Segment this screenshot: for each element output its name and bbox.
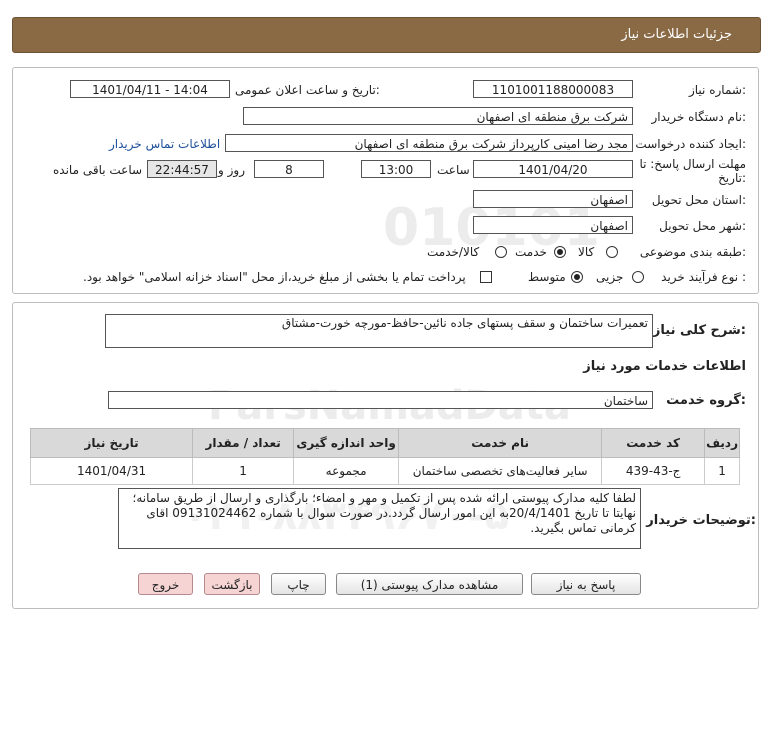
cell-date: 1401/04/31 [29, 457, 194, 485]
remaining-time-field: 22:44:57 [147, 160, 217, 178]
days-label: روز و [218, 163, 245, 177]
page-title: جزئیات اطلاعات نیاز [621, 27, 732, 42]
services-table: ردیف کد خدمت نام خدمت واحد اندازه گیری ت… [29, 428, 740, 485]
radio-goods-service[interactable] [495, 246, 507, 258]
purchase-type-label: نوع فرآیند خرید : [661, 270, 746, 284]
summary-label: شرح کلی نیاز: [652, 323, 746, 338]
attachments-button[interactable]: مشاهده مدارک پیوستی (1) [336, 573, 523, 595]
radio-medium[interactable] [571, 271, 583, 283]
services-section-title: اطلاعات خدمات مورد نیاز [583, 359, 746, 374]
remaining-time-label: ساعت باقی مانده [53, 163, 143, 177]
service-group-field: ساختمان [108, 391, 653, 409]
buyer-label: نام دستگاه خریدار: [651, 110, 747, 124]
treasury-checkbox[interactable] [480, 271, 492, 283]
radio-service[interactable] [554, 246, 566, 258]
info-panel: 010101 شماره نیاز: 1101001188000083 تاری… [12, 67, 759, 294]
reply-button[interactable]: پاسخ به نیاز [531, 573, 641, 595]
radio-goods[interactable] [606, 246, 618, 258]
table-header-row: ردیف کد خدمت نام خدمت واحد اندازه گیری ت… [29, 428, 740, 458]
radio-minor[interactable] [632, 271, 644, 283]
city-field: اصفهان [473, 216, 633, 234]
announce-field: 1401/04/11 - 14:04 [70, 80, 230, 98]
col-code: کد خدمت [601, 428, 706, 458]
province-field: اصفهان [473, 190, 633, 208]
need-number-field: 1101001188000083 [473, 80, 633, 98]
category-label: طبقه بندی موضوعی: [639, 245, 746, 259]
deadline-date-field: 1401/04/20 [473, 160, 633, 178]
deadline-time-field: 13:00 [361, 160, 431, 178]
buyer-notes-label: توضیحات خریدار: [646, 513, 756, 528]
radio-medium-label: متوسط [528, 270, 566, 284]
page-header: جزئیات اطلاعات نیاز [12, 17, 761, 53]
radio-service-label: خدمت [515, 245, 547, 259]
cell-code: ج-43-439 [601, 457, 706, 485]
creator-label: ایجاد کننده درخواست: [635, 137, 746, 151]
buyer-notes-field: لطفا کلیه مدارک پیوستی ارائه شده پس از ت… [118, 488, 641, 549]
deadline-label: مهلت ارسال پاسخ: تا تاریخ: [639, 157, 746, 185]
days-field: 8 [254, 160, 324, 178]
city-label: شهر محل تحویل: [659, 219, 746, 233]
cell-qty: 1 [192, 457, 295, 485]
service-group-label: گروه خدمت: [666, 393, 746, 408]
need-number-label: شماره نیاز: [688, 83, 746, 97]
radio-goods-service-label: کالا/خدمت [427, 245, 480, 259]
cell-name: سایر فعالیت‌های تخصصی ساختمان [398, 457, 603, 485]
col-row: ردیف [704, 428, 740, 458]
cell-unit: مجموعه [293, 457, 400, 485]
treasury-note: پرداخت تمام یا بخشی از مبلغ خرید،از محل … [83, 270, 466, 284]
col-qty: تعداد / مقدار [192, 428, 295, 458]
col-unit: واحد اندازه گیری [293, 428, 400, 458]
announce-label: تاریخ و ساعت اعلان عمومی: [235, 83, 380, 97]
deadline-time-label: ساعت [437, 163, 470, 177]
col-date: تاریخ نیاز [29, 428, 194, 458]
contact-info-link[interactable]: اطلاعات تماس خریدار [109, 137, 220, 151]
radio-minor-label: جزیی [596, 270, 624, 284]
back-button[interactable]: بازگشت [204, 573, 260, 595]
summary-field: تعمیرات ساختمان و سقف پستهای جاده نائین-… [105, 314, 653, 348]
cell-row: 1 [704, 457, 740, 485]
creator-field: مجد رضا امینی کارپرداز شرکت برق منطقه ای… [225, 134, 633, 152]
exit-button[interactable]: خروج [138, 573, 193, 595]
col-name: نام خدمت [398, 428, 603, 458]
buyer-field: شرکت برق منطقه ای اصفهان [243, 107, 633, 125]
radio-goods-label: کالا [578, 245, 595, 259]
province-label: استان محل تحویل: [651, 193, 746, 207]
table-row: 1 ج-43-439 سایر فعالیت‌های تخصصی ساختمان… [29, 457, 740, 485]
print-button[interactable]: چاپ [271, 573, 326, 595]
